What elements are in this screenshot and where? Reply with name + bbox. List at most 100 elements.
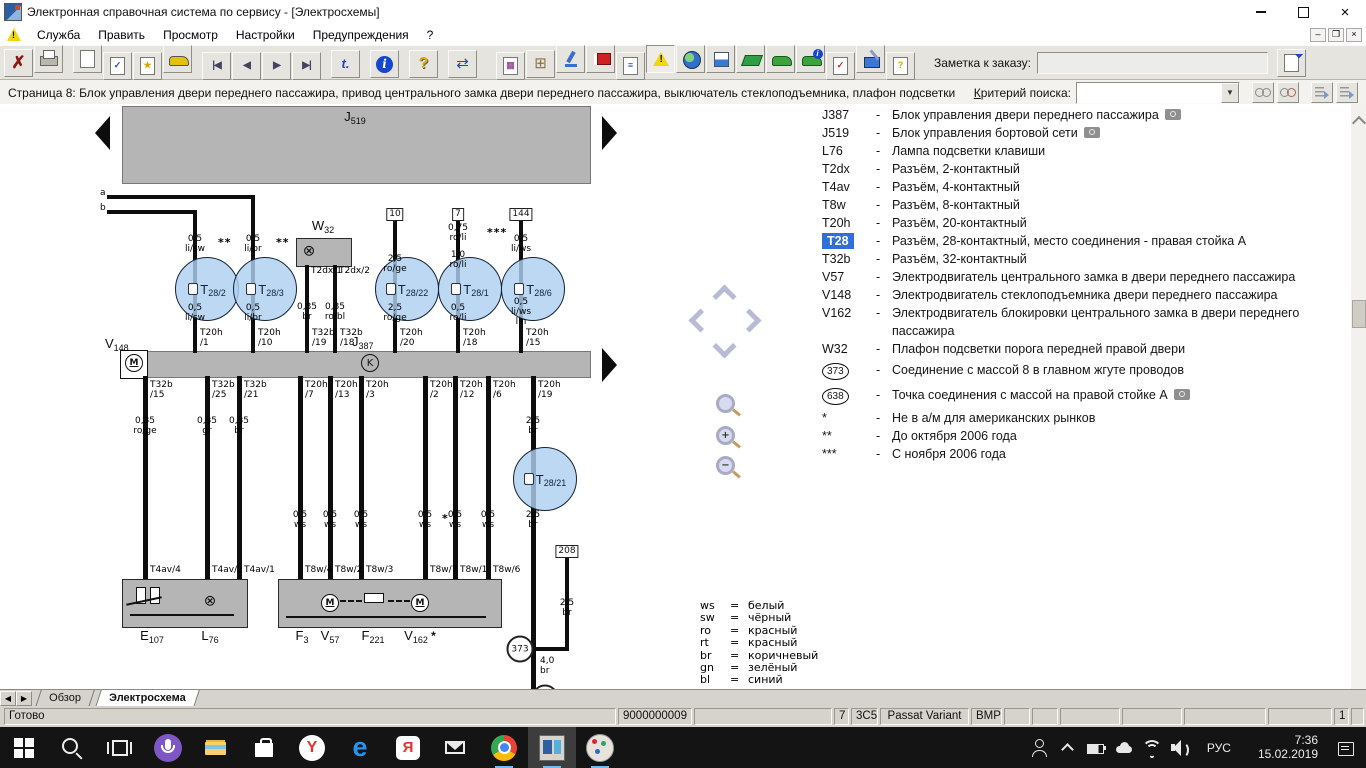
find-button[interactable]: [1252, 82, 1274, 103]
wifi-icon[interactable]: [1141, 736, 1163, 760]
mdi-close-button[interactable]: ×: [1346, 28, 1362, 42]
pan-right-icon[interactable]: [737, 308, 761, 332]
combo-dropdown-button[interactable]: ▼: [1221, 83, 1239, 103]
edge-button[interactable]: [336, 727, 384, 768]
legend-item-638[interactable]: 638 - Точка соединения с массой на право…: [822, 384, 1350, 408]
car-data-button[interactable]: [766, 45, 795, 73]
yandex-browser-button[interactable]: [288, 727, 336, 768]
checklist-button[interactable]: ✓: [826, 52, 855, 80]
onedrive-icon[interactable]: [1113, 736, 1135, 760]
camera-icon[interactable]: [1174, 389, 1190, 400]
legend-item-373[interactable]: 373 - Соединение с массой 8 в главном жг…: [822, 359, 1350, 383]
tray-expand-icon[interactable]: [1057, 736, 1079, 760]
store-button[interactable]: [240, 727, 288, 768]
legend-item-t32b[interactable]: T32b - Разъём, 32-контактный: [822, 250, 1350, 268]
elsa-app-button[interactable]: [528, 727, 576, 768]
eraser-button[interactable]: [736, 45, 765, 73]
new-note-button[interactable]: ★: [133, 52, 162, 80]
new-document-button[interactable]: [73, 45, 102, 73]
service-button[interactable]: [856, 45, 885, 73]
tab-elektroskhema[interactable]: Электросхема: [95, 690, 199, 707]
file-explorer-button[interactable]: [192, 727, 240, 768]
goto-button[interactable]: t.: [331, 50, 360, 78]
manual-button[interactable]: [586, 45, 615, 73]
legend-item-star[interactable]: * - Не в а/м для американских рынков: [822, 409, 1350, 427]
camera-icon[interactable]: [1084, 127, 1100, 138]
legend-item-t20h[interactable]: T20h - Разъём, 20-контактный: [822, 214, 1350, 232]
documents-button[interactable]: ▦: [496, 52, 525, 80]
nav-last-button[interactable]: ▶|: [292, 52, 321, 80]
flag-button[interactable]: [706, 45, 735, 73]
find-next-button[interactable]: [1277, 82, 1299, 103]
yandex-app-button[interactable]: [384, 727, 432, 768]
legend-item-t28[interactable]: T28 - Разъём, 28-контактный, место соеди…: [822, 232, 1350, 250]
legend-item-j387[interactable]: J387 - Блок управления двери переднего п…: [822, 106, 1350, 124]
chrome-button[interactable]: [480, 727, 528, 768]
info-button[interactable]: i: [370, 50, 399, 78]
tab-scroll-right-button[interactable]: ▶: [16, 691, 32, 706]
close-button[interactable]: ×: [1324, 0, 1366, 24]
clock[interactable]: 7:36 15.02.2019: [1252, 733, 1324, 762]
nav-prev-button[interactable]: ◀: [232, 52, 261, 80]
action-center-icon[interactable]: [1335, 736, 1357, 760]
camera-icon[interactable]: [1165, 109, 1181, 120]
legend-scrollbar[interactable]: [1351, 104, 1366, 689]
register-button[interactable]: ≡: [616, 52, 645, 80]
note-button[interactable]: [1277, 49, 1306, 77]
nav-first-button[interactable]: |◀: [202, 52, 231, 80]
connector-circle[interactable]: T28/3: [233, 257, 297, 321]
vehicle-button[interactable]: [163, 45, 192, 73]
pan-up-icon[interactable]: [712, 284, 736, 308]
magnifier-icon[interactable]: [716, 394, 735, 413]
mdi-restore-button[interactable]: ❒: [1328, 28, 1344, 42]
legend-item-j519[interactable]: J519 - Блок управления бортовой сети: [822, 124, 1350, 142]
legend-item-w32[interactable]: W32 - Плафон подсветки порога передней п…: [822, 340, 1350, 358]
search-button[interactable]: [48, 727, 96, 768]
legend-item-l76[interactable]: L76 - Лампа подсветки клавиши: [822, 142, 1350, 160]
help-doc-button[interactable]: ?: [886, 52, 915, 80]
legend-item-t4av[interactable]: T4av - Разъём, 4-контактный: [822, 178, 1350, 196]
legend-item-v57[interactable]: V57 - Электродвигатель центрального замк…: [822, 268, 1350, 286]
legend-item-t2dx[interactable]: T2dx - Разъём, 2-контактный: [822, 160, 1350, 178]
connector-circle[interactable]: T28/21: [513, 447, 577, 511]
legend-item-v162[interactable]: V162 - Электродвигатель блокировки центр…: [822, 304, 1350, 340]
search-criteria-input[interactable]: [1077, 83, 1221, 103]
scrollbar-thumb[interactable]: [1352, 300, 1366, 328]
paint-button[interactable]: [576, 727, 624, 768]
mail-button[interactable]: [432, 727, 480, 768]
inspection-button[interactable]: [556, 45, 585, 73]
page-next-arrow[interactable]: [602, 116, 617, 150]
pan-left-icon[interactable]: [688, 308, 712, 332]
pan-down-icon[interactable]: [712, 334, 736, 358]
zoom-out-icon[interactable]: −: [716, 456, 735, 475]
edit-document-button[interactable]: ✓: [103, 52, 132, 80]
parts-button[interactable]: ⊞: [526, 50, 555, 78]
battery-icon[interactable]: [1085, 736, 1107, 760]
exit-button[interactable]: ✗: [4, 49, 33, 77]
volume-icon[interactable]: [1169, 736, 1191, 760]
minimize-button[interactable]: [1240, 0, 1282, 24]
help-button[interactable]: ?: [409, 50, 438, 78]
menu-preduprezhdeniya[interactable]: Предупреждения: [304, 26, 418, 44]
menu-pravit[interactable]: Править: [89, 26, 154, 44]
print-button[interactable]: [34, 45, 63, 73]
nav-next-button[interactable]: ▶: [262, 52, 291, 80]
menu-nastroyki[interactable]: Настройки: [227, 26, 304, 44]
page-prev-arrow[interactable]: [95, 116, 110, 150]
scroll-up-icon[interactable]: [1352, 116, 1366, 130]
legend-item-star2[interactable]: ** - До октября 2006 года: [822, 427, 1350, 445]
car-info-button[interactable]: [796, 45, 825, 73]
maximize-button[interactable]: [1282, 0, 1324, 24]
menu-help[interactable]: ?: [418, 26, 443, 44]
legend-item-t8w[interactable]: T8w - Разъём, 8-контактный: [822, 196, 1350, 214]
legend-item-v148[interactable]: V148 - Электродвигатель стеклоподъемника…: [822, 286, 1350, 304]
tab-obzor[interactable]: Обзор: [35, 690, 94, 707]
language-indicator[interactable]: РУС: [1201, 740, 1237, 756]
legend-item-star3[interactable]: *** - С ноября 2006 года: [822, 445, 1350, 463]
tab-scroll-left-button[interactable]: ◀: [0, 691, 16, 706]
zoom-in-icon[interactable]: +: [716, 426, 735, 445]
warnings-button[interactable]: [646, 45, 675, 73]
page-next-arrow[interactable]: [602, 348, 617, 382]
menu-sluzhba[interactable]: Служба: [28, 26, 89, 44]
menu-prosmotr[interactable]: Просмотр: [154, 26, 227, 44]
